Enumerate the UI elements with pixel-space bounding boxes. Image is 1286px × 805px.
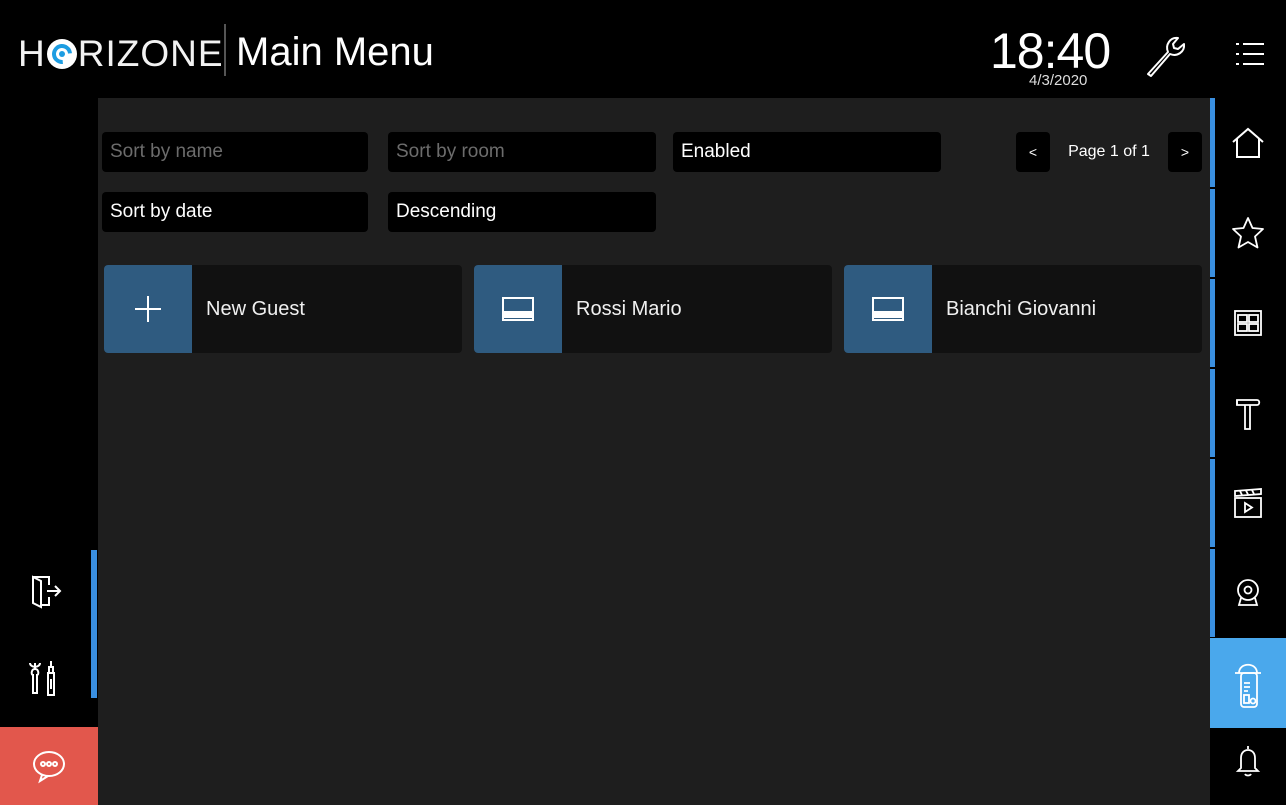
sort-by-room-input[interactable]: Sort by room — [388, 132, 656, 172]
right-sidebar — [1210, 98, 1286, 805]
header-divider — [224, 24, 226, 76]
star-icon — [1232, 217, 1264, 249]
tools-button[interactable] — [0, 644, 90, 714]
guest-card[interactable]: Bianchi Giovanni — [844, 265, 1202, 353]
order-select[interactable]: Descending — [388, 192, 656, 232]
nav-notifications[interactable] — [1210, 715, 1286, 805]
card-icon-tile — [104, 265, 192, 353]
card-icon-tile — [844, 265, 932, 353]
nav-favorites[interactable] — [1210, 188, 1286, 278]
wrench-icon[interactable] — [1140, 32, 1188, 80]
card-icon-tile — [474, 265, 562, 353]
bell-icon — [1235, 746, 1261, 777]
clock-date: 4/3/2020 — [1029, 72, 1088, 89]
card-label: Bianchi Giovanni — [946, 297, 1097, 320]
tools-icon — [29, 661, 55, 696]
logo-text-suffix: RIZONE — [77, 33, 224, 74]
plus-icon — [135, 296, 161, 322]
nav-home[interactable] — [1210, 98, 1286, 188]
status-select[interactable]: Enabled — [673, 132, 941, 172]
logo-o-mark — [46, 39, 77, 69]
guest-card[interactable]: Rossi Mario — [474, 265, 832, 353]
logout-icon — [32, 575, 62, 609]
grid-icon — [1234, 310, 1262, 336]
chat-icon — [33, 751, 65, 784]
list-menu-icon[interactable] — [1232, 38, 1268, 70]
guest-card-icon — [502, 297, 534, 321]
hammer-icon — [1236, 399, 1261, 430]
left-accent-bar — [91, 550, 97, 698]
guest-card-icon — [872, 297, 904, 321]
new-guest-card[interactable]: New Guest — [104, 265, 462, 353]
prev-page-button[interactable]: < — [1016, 132, 1050, 172]
page-title: Main Menu — [236, 30, 434, 74]
card-label: New Guest — [206, 297, 305, 320]
sort-by-date-select[interactable]: Sort by date — [102, 192, 368, 232]
page-indicator: Page 1 of 1 — [1068, 143, 1150, 160]
left-sidebar — [0, 98, 98, 805]
nav-maintenance[interactable] — [1210, 368, 1286, 458]
app-header: H RIZONE Main Menu 18:40 4/3/2020 — [0, 0, 1286, 98]
nav-rooms[interactable] — [1210, 278, 1286, 368]
chat-button[interactable] — [0, 727, 98, 805]
door-hanger-icon — [1235, 663, 1261, 708]
clock-time: 18:40 — [990, 23, 1111, 79]
main-content: Sort by name Sort by room Enabled < Page… — [98, 98, 1210, 805]
card-label: Rossi Mario — [576, 297, 682, 320]
next-page-button[interactable]: > — [1168, 132, 1202, 172]
horizone-logo: H RIZONE — [18, 33, 224, 75]
pagination: < Page 1 of 1 > — [1016, 132, 1202, 172]
nav-cameras[interactable] — [1210, 548, 1286, 638]
logout-button[interactable] — [0, 556, 90, 626]
nav-scenes[interactable] — [1210, 458, 1286, 548]
sort-by-name-input[interactable]: Sort by name — [102, 132, 368, 172]
camera-icon — [1237, 579, 1259, 606]
home-icon — [1232, 127, 1264, 158]
clapperboard-icon — [1234, 488, 1262, 518]
logo-text-prefix: H — [18, 33, 46, 74]
